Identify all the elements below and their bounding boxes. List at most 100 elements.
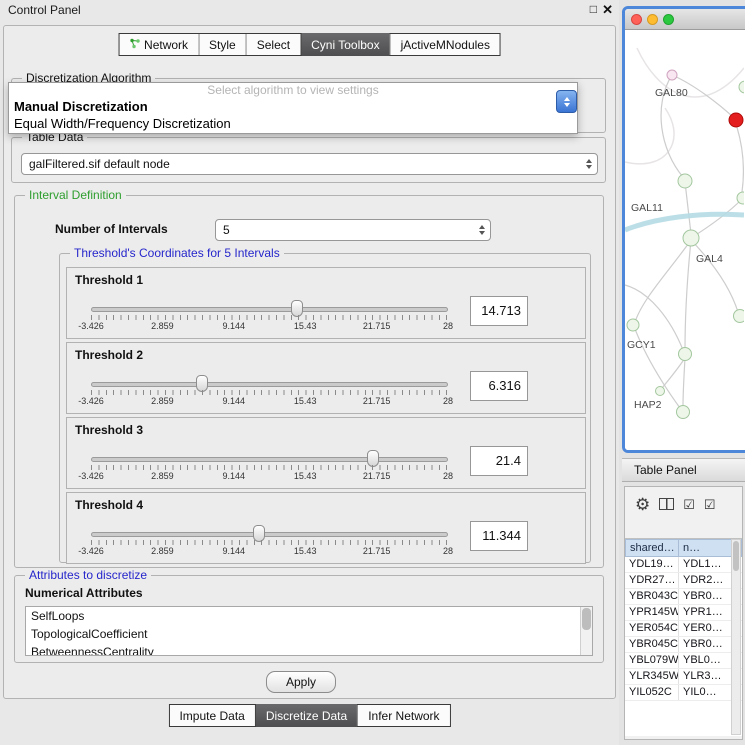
tab-select[interactable]: Select xyxy=(246,34,300,55)
network-edge xyxy=(685,182,691,234)
slider-track[interactable] xyxy=(91,382,448,387)
table-data-combo-stepper[interactable] xyxy=(581,154,597,174)
network-edge xyxy=(691,200,741,238)
threshold-4-value-box[interactable]: 11.344 xyxy=(470,521,528,551)
network-canvas[interactable]: GAL80 GAL11 GAL4 GCY1 HAP2 xyxy=(625,30,745,450)
network-node[interactable] xyxy=(656,387,665,396)
column-header-shared-name[interactable]: shared… xyxy=(625,539,679,557)
traffic-light-minimize[interactable] xyxy=(647,14,658,25)
table-panel-header[interactable]: Table Panel xyxy=(622,458,745,482)
float-window-icon[interactable]: □ xyxy=(590,2,597,16)
checkbox-icon[interactable]: ☑ xyxy=(704,498,716,511)
node-table: shared… n… YDL19…YDL1… YDR27…YDR2… YBR04… xyxy=(625,538,742,736)
traffic-light-close[interactable] xyxy=(631,14,642,25)
tick-label: -3.426 xyxy=(78,321,104,331)
attributes-list-scrollbar[interactable] xyxy=(580,607,592,655)
tick-label: 15.43 xyxy=(294,471,317,481)
columns-icon[interactable] xyxy=(659,498,674,510)
network-node[interactable] xyxy=(667,70,677,80)
network-node[interactable] xyxy=(679,348,692,361)
table-row[interactable]: YBL079WYBL0… xyxy=(625,653,742,669)
gear-icon[interactable]: ⚙ xyxy=(635,496,650,513)
close-icon[interactable]: ✕ xyxy=(602,2,613,18)
tab-network[interactable]: Network xyxy=(119,34,198,55)
dropdown-option-equal-width-frequency[interactable]: Equal Width/Frequency Discretization xyxy=(9,115,577,132)
traffic-light-zoom[interactable] xyxy=(663,14,674,25)
threshold-2-block: Threshold 2 -3.426 2.859 9.144 15.43 21.… xyxy=(66,342,586,414)
network-node[interactable] xyxy=(678,174,692,188)
table-cell[interactable]: YBL079W xyxy=(625,653,679,668)
slider-track[interactable] xyxy=(91,307,448,312)
network-node-selected[interactable] xyxy=(729,113,743,127)
table-row[interactable]: YIL052CYIL0… xyxy=(625,685,742,701)
tab-impute-data-label: Impute Data xyxy=(179,709,244,723)
tab-discretize-data-label: Discretize Data xyxy=(266,709,347,723)
tick-label: 28 xyxy=(443,396,453,406)
tab-infer-network-label: Infer Network xyxy=(368,709,439,723)
table-data-combo[interactable]: galFiltered.sif default node xyxy=(21,153,598,175)
table-row[interactable]: YER054CYER0… xyxy=(625,621,742,637)
network-node-hap2[interactable] xyxy=(677,406,690,419)
numerical-attributes-label: Numerical Attributes xyxy=(25,586,143,600)
table-cell[interactable]: YLR345W xyxy=(625,669,679,684)
scrollbar-thumb[interactable] xyxy=(733,541,739,571)
table-scrollbar[interactable] xyxy=(731,539,741,735)
tick-label: 2.859 xyxy=(151,546,174,556)
tick-label: 9.144 xyxy=(223,321,246,331)
network-node[interactable] xyxy=(737,192,744,204)
table-row[interactable]: YBR043CYBR0… xyxy=(625,589,742,605)
table-row[interactable]: YBR045CYBR0… xyxy=(625,637,742,653)
network-node-gcy1[interactable] xyxy=(627,319,639,331)
slider-ticks xyxy=(91,390,448,395)
number-of-intervals-stepper[interactable] xyxy=(474,220,490,240)
table-cell[interactable]: YBR043C xyxy=(625,589,679,604)
table-cell[interactable]: YDL19… xyxy=(625,557,679,572)
tab-style[interactable]: Style xyxy=(198,34,246,55)
table-row[interactable]: YLR345WYLR3… xyxy=(625,669,742,685)
slider-track[interactable] xyxy=(91,457,448,462)
apply-button[interactable]: Apply xyxy=(266,671,336,693)
list-item-topologicalcoefficient[interactable]: TopologicalCoefficient xyxy=(26,625,592,643)
threshold-1-value-box[interactable]: 14.713 xyxy=(470,296,528,326)
threshold-3-value-box[interactable]: 21.4 xyxy=(470,446,528,476)
table-row[interactable]: YPR145WYPR1… xyxy=(625,605,742,621)
network-node[interactable] xyxy=(739,81,744,93)
tick-label: 15.43 xyxy=(294,546,317,556)
table-cell[interactable]: YBR045C xyxy=(625,637,679,652)
network-edge xyxy=(637,48,744,97)
thresholds-group: Threshold's Coordinates for 5 Intervals … xyxy=(59,253,591,563)
table-cell[interactable]: YPR145W xyxy=(625,605,679,620)
bottom-tab-bar: Impute Data Discretize Data Infer Networ… xyxy=(168,704,450,727)
dropdown-option-manual-discretization[interactable]: Manual Discretization xyxy=(9,98,577,115)
checkbox-icon[interactable]: ☑ xyxy=(683,498,695,511)
network-edge xyxy=(736,124,743,192)
tick-label: 9.144 xyxy=(223,471,246,481)
number-of-intervals-combo[interactable]: 5 xyxy=(215,219,491,241)
tab-cyni-toolbox[interactable]: Cyni Toolbox xyxy=(300,33,389,56)
table-row[interactable]: YDR27…YDR2… xyxy=(625,573,742,589)
scrollbar-thumb[interactable] xyxy=(582,608,591,630)
network-node-gal4[interactable] xyxy=(683,230,699,246)
network-tab-icon xyxy=(129,38,140,52)
table-cell[interactable]: YER054C xyxy=(625,621,679,636)
list-item-selfloops[interactable]: SelfLoops xyxy=(26,607,592,625)
network-window-titlebar[interactable] xyxy=(625,9,745,30)
network-edge-highlighted xyxy=(625,214,744,230)
attributes-group-title: Attributes to discretize xyxy=(25,568,151,582)
table-row[interactable]: YDL19…YDL1… xyxy=(625,557,742,573)
tab-discretize-data[interactable]: Discretize Data xyxy=(255,704,357,727)
tab-jactivemnodules[interactable]: jActiveMNodules xyxy=(390,34,500,55)
control-panel-titlebar[interactable]: Control Panel □ ✕ xyxy=(0,0,619,20)
slider-track[interactable] xyxy=(91,532,448,537)
number-of-intervals-label: Number of Intervals xyxy=(55,222,168,236)
network-node[interactable] xyxy=(734,310,745,323)
tab-impute-data[interactable]: Impute Data xyxy=(169,705,254,726)
list-item-betweennesscentrality[interactable]: BetweennessCentrality xyxy=(26,643,592,656)
table-cell[interactable]: YIL052C xyxy=(625,685,679,700)
threshold-2-value-box[interactable]: 6.316 xyxy=(470,371,528,401)
threshold-4-block: Threshold 4 -3.426 2.859 9.144 15.43 21.… xyxy=(66,492,586,564)
network-edge xyxy=(683,358,685,406)
algorithm-combo-stepper[interactable] xyxy=(556,90,577,113)
table-cell[interactable]: YDR27… xyxy=(625,573,679,588)
tab-infer-network[interactable]: Infer Network xyxy=(357,705,449,726)
